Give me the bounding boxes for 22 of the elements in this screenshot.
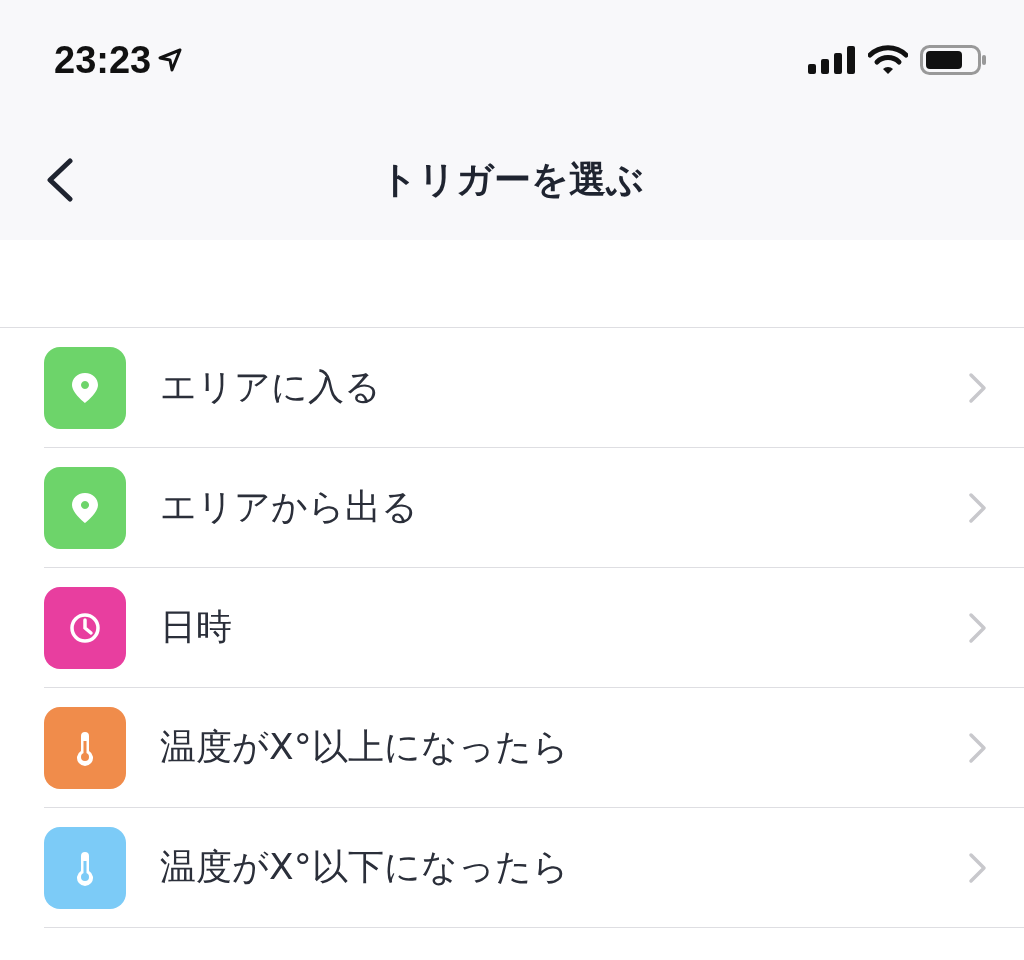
trigger-list-item[interactable]: 温度がX°以下になったら: [44, 808, 1024, 928]
wifi-icon: [868, 45, 908, 75]
chevron-right-icon: [968, 731, 988, 764]
item-label: 温度がX°以上になったら: [160, 725, 570, 769]
screen-title: トリガーを選ぶ: [380, 157, 644, 203]
trigger-list-item[interactable]: 温度がX°以上になったら: [44, 688, 1024, 808]
location-arrow-icon: [157, 47, 184, 73]
item-label: エリアから出る: [160, 485, 419, 529]
back-chevron-icon[interactable]: [44, 158, 74, 202]
item-label: エリアに入る: [160, 365, 382, 409]
chevron-right-icon: [968, 611, 988, 644]
chevron-right-icon: [968, 491, 988, 524]
battery-icon: [920, 45, 986, 75]
signal-icon: [808, 46, 856, 74]
trigger-list-item[interactable]: エリアから出る: [44, 448, 1024, 568]
status-time: 23:23: [54, 38, 152, 82]
chevron-right-icon: [968, 371, 988, 404]
item-label: 温度がX°以下になったら: [160, 845, 570, 889]
item-label: 日時: [160, 605, 233, 649]
trigger-list-item[interactable]: エリアに入る: [44, 328, 1024, 448]
chevron-right-icon: [968, 851, 988, 884]
trigger-list-item[interactable]: 日時: [44, 568, 1024, 688]
